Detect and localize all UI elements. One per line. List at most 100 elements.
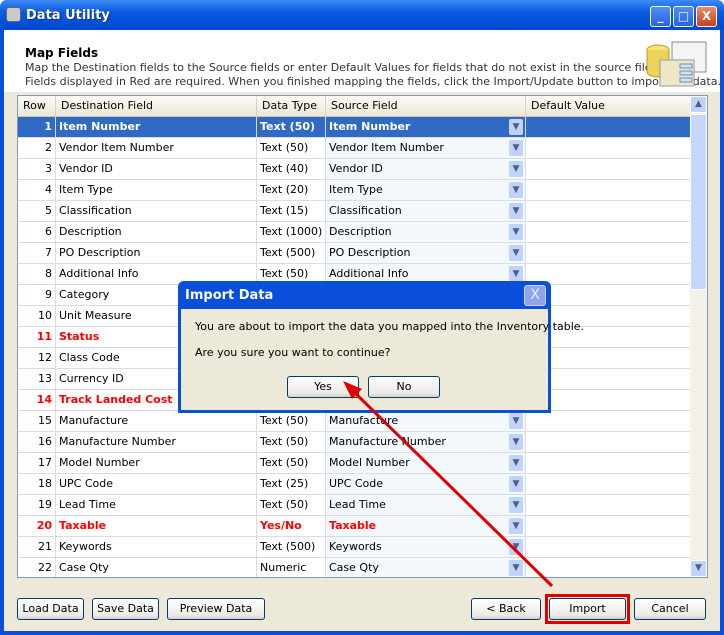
default-value-input[interactable] (526, 222, 691, 242)
destination-field: Taxable (56, 516, 257, 536)
source-field-value: Vendor Item Number (329, 141, 444, 154)
source-field-select[interactable]: Lead Time ▼ (326, 495, 526, 515)
column-header-default[interactable]: Default Value (526, 96, 691, 117)
chevron-down-icon[interactable]: ▼ (509, 497, 523, 513)
table-row[interactable]: 21 Keywords Text (500) Keywords ▼ (18, 537, 691, 558)
table-row[interactable]: 6 Description Text (1000) Description ▼ (18, 222, 691, 243)
chevron-down-icon[interactable]: ▼ (509, 119, 523, 135)
minimize-button[interactable]: _ (650, 6, 671, 27)
data-type: Text (50) (257, 117, 326, 137)
source-field-select[interactable]: Manufacture Number ▼ (326, 432, 526, 452)
yes-button[interactable]: Yes (287, 376, 359, 398)
table-row[interactable]: 4 Item Type Text (20) Item Type ▼ (18, 180, 691, 201)
chevron-down-icon[interactable]: ▼ (509, 224, 523, 240)
table-row[interactable]: 2 Vendor Item Number Text (50) Vendor It… (18, 138, 691, 159)
destination-field: Keywords (56, 537, 257, 557)
table-row[interactable]: 18 UPC Code Text (25) UPC Code ▼ (18, 474, 691, 495)
source-field-select[interactable]: Taxable ▼ (326, 516, 526, 536)
row-number: 8 (18, 264, 56, 284)
chevron-down-icon[interactable]: ▼ (509, 434, 523, 450)
chevron-down-icon[interactable]: ▼ (509, 245, 523, 261)
column-header-data-type[interactable]: Data Type (257, 96, 326, 117)
maximize-button[interactable]: □ (673, 6, 694, 27)
default-value-input[interactable] (526, 201, 691, 221)
source-field-select[interactable]: Vendor Item Number ▼ (326, 138, 526, 158)
source-field-select[interactable]: Vendor ID ▼ (326, 159, 526, 179)
title-bar[interactable]: Data Utility _ □ X (0, 0, 724, 30)
close-button[interactable]: X (696, 6, 717, 27)
default-value-input[interactable] (526, 117, 691, 137)
default-value-input[interactable] (526, 180, 691, 200)
chevron-down-icon[interactable]: ▼ (509, 266, 523, 282)
scroll-up-arrow-icon[interactable]: ▲ (690, 96, 707, 113)
chevron-down-icon[interactable]: ▼ (509, 476, 523, 492)
default-value-input[interactable] (526, 432, 691, 452)
default-value-input[interactable] (526, 495, 691, 515)
chevron-down-icon[interactable]: ▼ (509, 140, 523, 156)
source-field-select[interactable]: Description ▼ (326, 222, 526, 242)
default-value-input[interactable] (526, 411, 691, 431)
source-field-select[interactable]: Item Type ▼ (326, 180, 526, 200)
no-button[interactable]: No (368, 376, 440, 398)
source-field-select[interactable]: Item Number ▼ (326, 117, 526, 137)
source-field-select[interactable]: Manufacture ▼ (326, 411, 526, 431)
destination-field: Model Number (56, 453, 257, 473)
instructions-line-1: Map the Destination fields to the Source… (25, 61, 656, 74)
default-value-input[interactable] (526, 264, 691, 284)
chevron-down-icon[interactable]: ▼ (509, 455, 523, 471)
table-row[interactable]: 19 Lead Time Text (50) Lead Time ▼ (18, 495, 691, 516)
table-row[interactable]: 7 PO Description Text (500) PO Descripti… (18, 243, 691, 264)
load-data-button[interactable]: Load Data (17, 598, 84, 620)
chevron-down-icon[interactable]: ▼ (509, 413, 523, 429)
grid-header: Row Destination Field Data Type Source F… (18, 96, 691, 117)
chevron-down-icon[interactable]: ▼ (509, 203, 523, 219)
save-data-button[interactable]: Save Data (92, 598, 159, 620)
database-icon (646, 41, 707, 87)
dialog-title: Import Data (185, 288, 274, 303)
destination-field: Classification (56, 201, 257, 221)
scroll-thumb[interactable] (690, 114, 707, 290)
default-value-input[interactable] (526, 159, 691, 179)
import-highlight-box (545, 594, 630, 624)
chevron-down-icon[interactable]: ▼ (509, 161, 523, 177)
table-row[interactable]: 15 Manufacture Text (50) Manufacture ▼ (18, 411, 691, 432)
default-value-input[interactable] (526, 138, 691, 158)
source-field-select[interactable]: UPC Code ▼ (326, 474, 526, 494)
default-value-input[interactable] (526, 453, 691, 473)
column-header-source[interactable]: Source Field (326, 96, 526, 117)
preview-data-button[interactable]: Preview Data (167, 598, 265, 620)
vertical-scrollbar[interactable]: ▲ ▼ (690, 96, 707, 577)
default-value-input[interactable] (526, 558, 691, 577)
chevron-down-icon[interactable]: ▼ (509, 182, 523, 198)
source-field-select[interactable]: Model Number ▼ (326, 453, 526, 473)
source-field-select[interactable]: Keywords ▼ (326, 537, 526, 557)
back-button[interactable]: < Back (471, 598, 541, 620)
column-header-destination[interactable]: Destination Field (56, 96, 257, 117)
table-row[interactable]: 3 Vendor ID Text (40) Vendor ID ▼ (18, 159, 691, 180)
dialog-close-button[interactable]: X (524, 285, 546, 306)
chevron-down-icon[interactable]: ▼ (509, 560, 523, 576)
data-type: Text (50) (257, 453, 326, 473)
table-row[interactable]: 16 Manufacture Number Text (50) Manufact… (18, 432, 691, 453)
default-value-input[interactable] (526, 537, 691, 557)
table-row[interactable]: 1 Item Number Text (50) Item Number ▼ (18, 117, 691, 138)
table-row[interactable]: 17 Model Number Text (50) Model Number ▼ (18, 453, 691, 474)
default-value-input[interactable] (526, 243, 691, 263)
scroll-down-arrow-icon[interactable]: ▼ (690, 560, 707, 577)
source-field-value: Classification (329, 204, 402, 217)
row-number: 10 (18, 306, 56, 326)
cancel-button[interactable]: Cancel (634, 598, 706, 620)
table-row[interactable]: 20 Taxable Yes/No Taxable ▼ (18, 516, 691, 537)
source-field-select[interactable]: Case Qty ▼ (326, 558, 526, 577)
source-field-select[interactable]: Classification ▼ (326, 201, 526, 221)
chevron-down-icon[interactable]: ▼ (509, 539, 523, 555)
default-value-input[interactable] (526, 516, 691, 536)
column-header-row[interactable]: Row (18, 96, 56, 117)
source-field-select[interactable]: PO Description ▼ (326, 243, 526, 263)
data-type: Text (25) (257, 474, 326, 494)
table-row[interactable]: 22 Case Qty Numeric Case Qty ▼ (18, 558, 691, 577)
dialog-body: You are about to import the data you map… (181, 309, 584, 410)
default-value-input[interactable] (526, 474, 691, 494)
table-row[interactable]: 5 Classification Text (15) Classificatio… (18, 201, 691, 222)
chevron-down-icon[interactable]: ▼ (509, 518, 523, 534)
